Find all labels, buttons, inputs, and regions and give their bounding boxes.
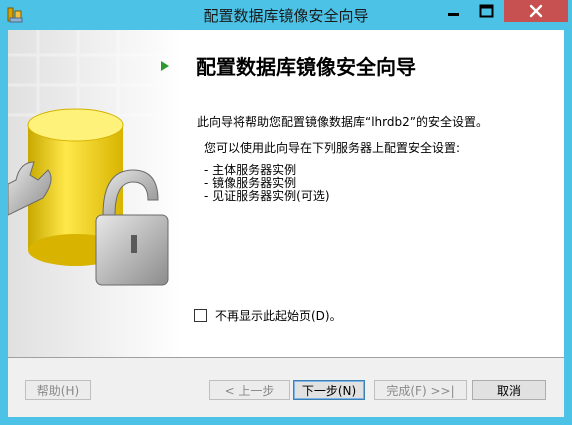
- close-button[interactable]: [504, 0, 568, 22]
- wizard-description: 此向导将帮助您配置镜像数据库“lhrdb2”的安全设置。: [197, 115, 488, 129]
- server-list: - 主体服务器实例 - 镜像服务器实例 - 见证服务器实例(可选): [204, 164, 330, 203]
- client-area: 配置数据库镜像安全向导 此向导将帮助您配置镜像数据库“lhrdb2”的安全设置。…: [8, 30, 564, 417]
- minimize-button[interactable]: [437, 0, 470, 22]
- dont-show-again-label[interactable]: 不再显示此起始页(D)。: [215, 307, 342, 324]
- maximize-button[interactable]: [470, 0, 504, 22]
- dont-show-again-row[interactable]: 不再显示此起始页(D)。: [194, 307, 342, 324]
- next-button[interactable]: 下一步(N): [293, 380, 365, 400]
- current-step-arrow-icon: [161, 61, 169, 71]
- close-icon: [529, 4, 543, 18]
- wizard-content-panel: 配置数据库镜像安全向导 此向导将帮助您配置镜像数据库“lhrdb2”的安全设置。…: [8, 30, 564, 358]
- wizard-intro: 您可以使用此向导在下列服务器上配置安全设置:: [204, 141, 461, 155]
- wizard-window: 配置数据库镜像安全向导 配置数据库镜像安全向导 此向导将帮助您配置镜像数据库“l…: [0, 0, 572, 425]
- maximize-icon: [479, 4, 494, 18]
- finish-button[interactable]: 完成(F) >>|: [374, 380, 467, 400]
- database-lock-illustration: [8, 30, 183, 357]
- dont-show-again-checkbox[interactable]: [194, 309, 207, 322]
- minimize-icon: [447, 13, 459, 16]
- page-heading: 配置数据库镜像安全向导: [196, 55, 416, 79]
- title-bar[interactable]: 配置数据库镜像安全向导: [0, 0, 572, 30]
- previous-button[interactable]: < 上一步: [209, 380, 290, 400]
- help-button[interactable]: 帮助(H): [25, 380, 91, 400]
- server-item-witness: - 见证服务器实例(可选): [204, 189, 330, 203]
- cancel-button[interactable]: 取消: [472, 380, 546, 400]
